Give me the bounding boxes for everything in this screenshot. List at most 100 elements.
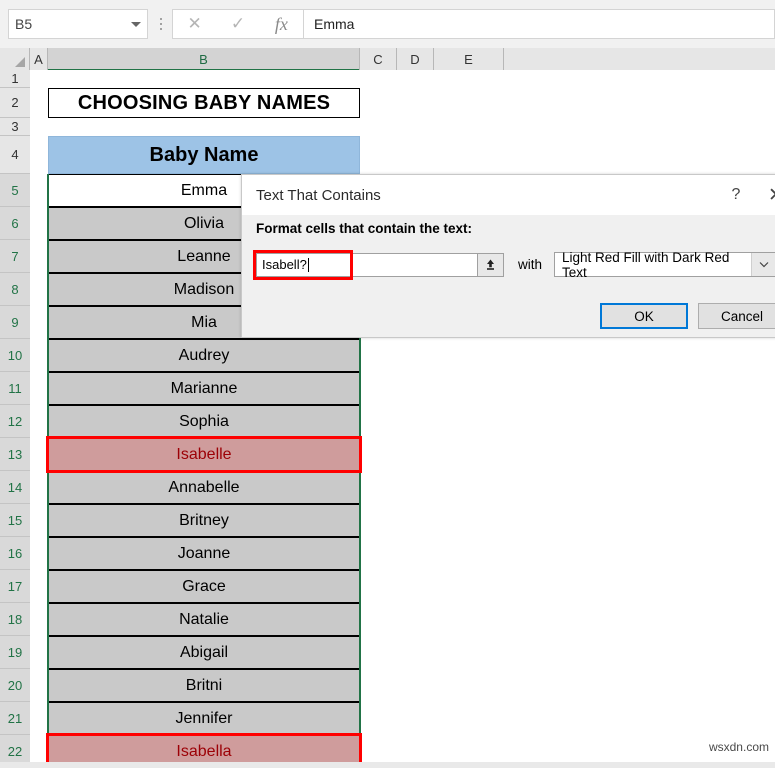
formula-actions: ✕ ✓ fx — [172, 9, 304, 39]
cell-B2[interactable]: CHOOSING BABY NAMES — [48, 88, 360, 118]
row-header-1[interactable]: 1 — [0, 70, 30, 88]
cell-value: Natalie — [179, 610, 229, 628]
cell-B10[interactable]: Audrey — [48, 339, 360, 372]
grid-row: Isabelle — [30, 438, 775, 471]
row-header-14[interactable]: 14 — [0, 471, 30, 504]
collapse-dialog-icon[interactable] — [478, 252, 504, 277]
cell-B4[interactable]: Baby Name — [48, 136, 360, 174]
text-contains-input-value: Isabell? — [262, 257, 307, 272]
cancel-entry-icon[interactable]: ✕ — [173, 10, 216, 38]
ok-button[interactable]: OK — [600, 303, 688, 329]
row-header-11[interactable]: 11 — [0, 372, 30, 405]
row-header-16[interactable]: 16 — [0, 537, 30, 570]
cell-B11[interactable]: Marianne — [48, 372, 360, 405]
dialog-buttons: OK Cancel — [600, 303, 775, 329]
cell-B19[interactable]: Abigail — [48, 636, 360, 669]
cell-value: Isabella — [176, 742, 232, 760]
grid-row: Britni — [30, 669, 775, 702]
grid-row: Marianne — [30, 372, 775, 405]
row-header-5[interactable]: 5 — [0, 174, 30, 207]
row-header-2[interactable]: 2 — [0, 88, 30, 118]
name-box-value: B5 — [15, 16, 33, 32]
column-header-e[interactable]: E — [434, 48, 504, 70]
format-style-value: Light Red Fill with Dark Red Text — [562, 249, 730, 280]
chevron-down-icon[interactable] — [131, 21, 141, 27]
insert-function-icon[interactable]: fx — [260, 10, 303, 38]
row-header-15[interactable]: 15 — [0, 504, 30, 537]
cell-B13[interactable]: Isabelle — [48, 438, 360, 471]
cell-value: Sophia — [179, 412, 229, 430]
cell-B16[interactable]: Joanne — [48, 537, 360, 570]
row-header-19[interactable]: 19 — [0, 636, 30, 669]
cell-B17[interactable]: Grace — [48, 570, 360, 603]
watermark: wsxdn.com — [708, 740, 769, 754]
close-icon[interactable]: ✕ — [756, 178, 775, 212]
cell-B12[interactable]: Sophia — [48, 405, 360, 438]
cell-value: Annabelle — [168, 478, 240, 496]
row-header-12[interactable]: 12 — [0, 405, 30, 438]
dialog-title-bar: Text That Contains ? ✕ — [242, 175, 775, 215]
format-style-dropdown[interactable]: Light Red Fill with Dark Red Text — [554, 249, 775, 280]
grid-row — [30, 70, 775, 88]
excel-window: B5 ✕ ✓ fx Emma A B C D E 1 2 3 4 5 6 7 8 9 10 11 12… — [0, 0, 775, 768]
row-header-8[interactable]: 8 — [0, 273, 30, 306]
column-header-a[interactable]: A — [30, 48, 48, 70]
row-header-4[interactable]: 4 — [0, 136, 30, 174]
column-header-d[interactable]: D — [397, 48, 434, 70]
confirm-entry-icon[interactable]: ✓ — [216, 10, 259, 38]
cell-B14[interactable]: Annabelle — [48, 471, 360, 504]
column-headers: A B C D E — [0, 48, 775, 71]
value-input-wrapper: Isabell? — [253, 249, 478, 280]
grid-row — [30, 118, 775, 136]
column-header-blank — [504, 48, 775, 70]
row-header-10[interactable]: 10 — [0, 339, 30, 372]
cell-value: Grace — [182, 577, 226, 595]
grid-row: Joanne — [30, 537, 775, 570]
name-box[interactable]: B5 — [8, 9, 148, 39]
formula-input[interactable]: Emma — [304, 9, 775, 39]
chevron-down-icon[interactable] — [751, 253, 775, 276]
more-options-icon[interactable] — [150, 9, 172, 39]
row-header-13[interactable]: 13 — [0, 438, 30, 471]
cell-B18[interactable]: Natalie — [48, 603, 360, 636]
dialog-controls-row: Isabell? with Light Red Fill with Dark R… — [253, 249, 775, 280]
with-label: with — [518, 257, 543, 272]
cancel-button[interactable]: Cancel — [698, 303, 775, 329]
grid-row: Annabelle — [30, 471, 775, 504]
dialog-instruction: Format cells that contain the text: — [256, 221, 473, 236]
row-header-9[interactable]: 9 — [0, 306, 30, 339]
cell-value: Jennifer — [175, 709, 233, 727]
cell-value: Olivia — [183, 214, 224, 232]
cell-B20[interactable]: Britni — [48, 669, 360, 702]
row-header-3[interactable]: 3 — [0, 118, 30, 136]
cell-value: Isabelle — [176, 445, 232, 463]
select-all-corner[interactable] — [0, 48, 30, 70]
grid-row: CHOOSING BABY NAMES — [30, 88, 775, 118]
row-header-7[interactable]: 7 — [0, 240, 30, 273]
grid-row: Britney — [30, 504, 775, 537]
cell-B21[interactable]: Jennifer — [48, 702, 360, 735]
cell-value: Mia — [191, 313, 217, 331]
cell-value: Leanne — [177, 247, 231, 265]
text-that-contains-dialog: Text That Contains ? ✕ Format cells that… — [241, 174, 775, 338]
help-icon[interactable]: ? — [716, 178, 756, 212]
row-header-21[interactable]: 21 — [0, 702, 30, 735]
text-contains-input[interactable]: Isabell? — [256, 252, 478, 277]
grid-row: Audrey — [30, 339, 775, 372]
column-header-b[interactable]: B — [48, 48, 360, 71]
cell-B15[interactable]: Britney — [48, 504, 360, 537]
dialog-body: Format cells that contain the text: Isab… — [242, 215, 775, 339]
grid-row: Grace — [30, 570, 775, 603]
grid-row: Abigail — [30, 636, 775, 669]
row-header-17[interactable]: 17 — [0, 570, 30, 603]
cell-value: Madison — [173, 280, 235, 298]
cell-value: Joanne — [177, 544, 231, 562]
column-header-c[interactable]: C — [360, 48, 397, 70]
row-header-20[interactable]: 20 — [0, 669, 30, 702]
row-header-18[interactable]: 18 — [0, 603, 30, 636]
row-header-6[interactable]: 6 — [0, 207, 30, 240]
dialog-title: Text That Contains — [256, 186, 381, 204]
row-headers: 1 2 3 4 5 6 7 8 9 10 11 12 13 14 15 16 17 18 19 20 21 22 — [0, 70, 30, 768]
cell-value: Marianne — [170, 379, 238, 397]
text-cursor — [307, 257, 309, 272]
